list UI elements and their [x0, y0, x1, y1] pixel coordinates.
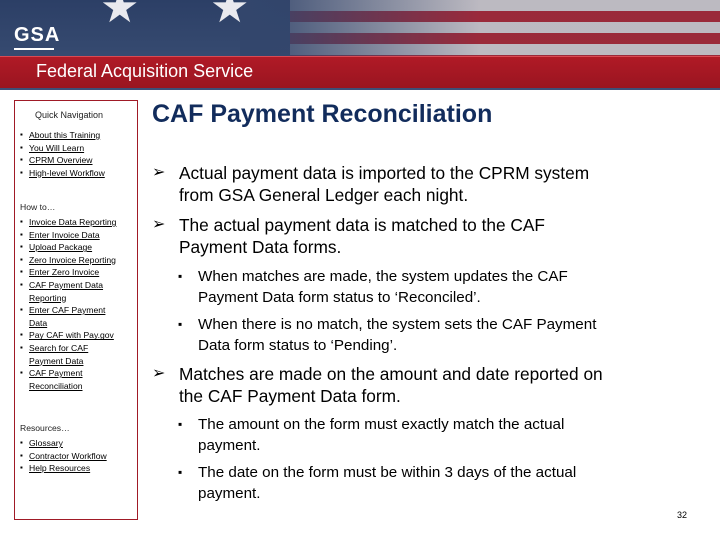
nav-item[interactable]: Upload Package: [20, 241, 139, 254]
page-number: 32: [677, 510, 688, 520]
nav-item[interactable]: Search for CAF Payment Data: [20, 342, 111, 367]
resources-heading: Resources…: [20, 423, 70, 433]
how-to-heading: How to…: [20, 202, 56, 212]
arrow-bullet-icon: ➢: [152, 216, 166, 233]
star-icon: ★: [210, 0, 250, 32]
nav-item[interactable]: Zero Invoice Reporting: [20, 254, 139, 267]
service-title: Federal Acquisition Service: [36, 61, 254, 81]
nav-group-resources: Glossary Contractor Workflow Help Resour…: [20, 437, 139, 475]
nav-item[interactable]: You Will Learn: [20, 142, 139, 155]
square-bullet-icon: ▪: [178, 465, 183, 479]
nav-item[interactable]: CPRM Overview: [20, 154, 139, 167]
nav-item[interactable]: About this Training: [20, 129, 139, 142]
nav-item[interactable]: Help Resources: [20, 462, 139, 475]
nav-item[interactable]: CAF Payment Data Reporting: [20, 279, 125, 304]
square-bullet-icon: ▪: [178, 269, 183, 283]
bullet-matched: ➢ The actual payment data is matched to …: [152, 215, 545, 257]
nav-item[interactable]: CAF Payment Reconciliation: [20, 367, 111, 392]
bullet-import: ➢ Actual payment data is imported to the…: [152, 163, 590, 205]
page-title: CAF Payment Reconciliation: [152, 100, 493, 128]
sub-bullet-pending: ▪ When there is no match, the system set…: [178, 316, 597, 354]
square-bullet-icon: ▪: [178, 317, 183, 331]
nav-group-overview: About this Training You Will Learn CPRM …: [20, 129, 139, 179]
nav-item[interactable]: Enter Zero Invoice: [20, 266, 139, 279]
nav-item[interactable]: Pay CAF with Pay.gov: [20, 329, 139, 342]
bullet-matches: ➢ Matches are made on the amount and dat…: [152, 364, 603, 406]
nav-item[interactable]: Glossary: [20, 437, 139, 450]
sub-bullet-date: ▪ The date on the form must be within 3 …: [178, 464, 577, 502]
nav-group-howto: Invoice Data Reporting Enter Invoice Dat…: [20, 216, 139, 392]
arrow-bullet-icon: ➢: [152, 365, 166, 382]
nav-item[interactable]: Enter CAF Payment Data: [20, 304, 125, 329]
nav-item[interactable]: Invoice Data Reporting: [20, 216, 139, 229]
header-banner: ★ ★ GSA Federal Acquisition Service: [0, 0, 720, 90]
nav-item[interactable]: Contractor Workflow: [20, 450, 139, 463]
sub-bullet-reconciled: ▪ When matches are made, the system upda…: [178, 268, 568, 306]
star-icon: ★: [100, 0, 140, 32]
quick-navigation-title: Quick Navigation: [35, 110, 104, 120]
sub-bullet-amount: ▪ The amount on the form must exactly ma…: [178, 416, 565, 454]
quick-navigation-panel: Quick Navigation About this Training You…: [14, 100, 138, 520]
nav-item[interactable]: Enter Invoice Data: [20, 229, 139, 242]
arrow-bullet-icon: ➢: [152, 164, 166, 181]
gsa-logo: GSA: [14, 24, 60, 50]
square-bullet-icon: ▪: [178, 417, 183, 431]
nav-item[interactable]: High-level Workflow: [20, 167, 139, 180]
